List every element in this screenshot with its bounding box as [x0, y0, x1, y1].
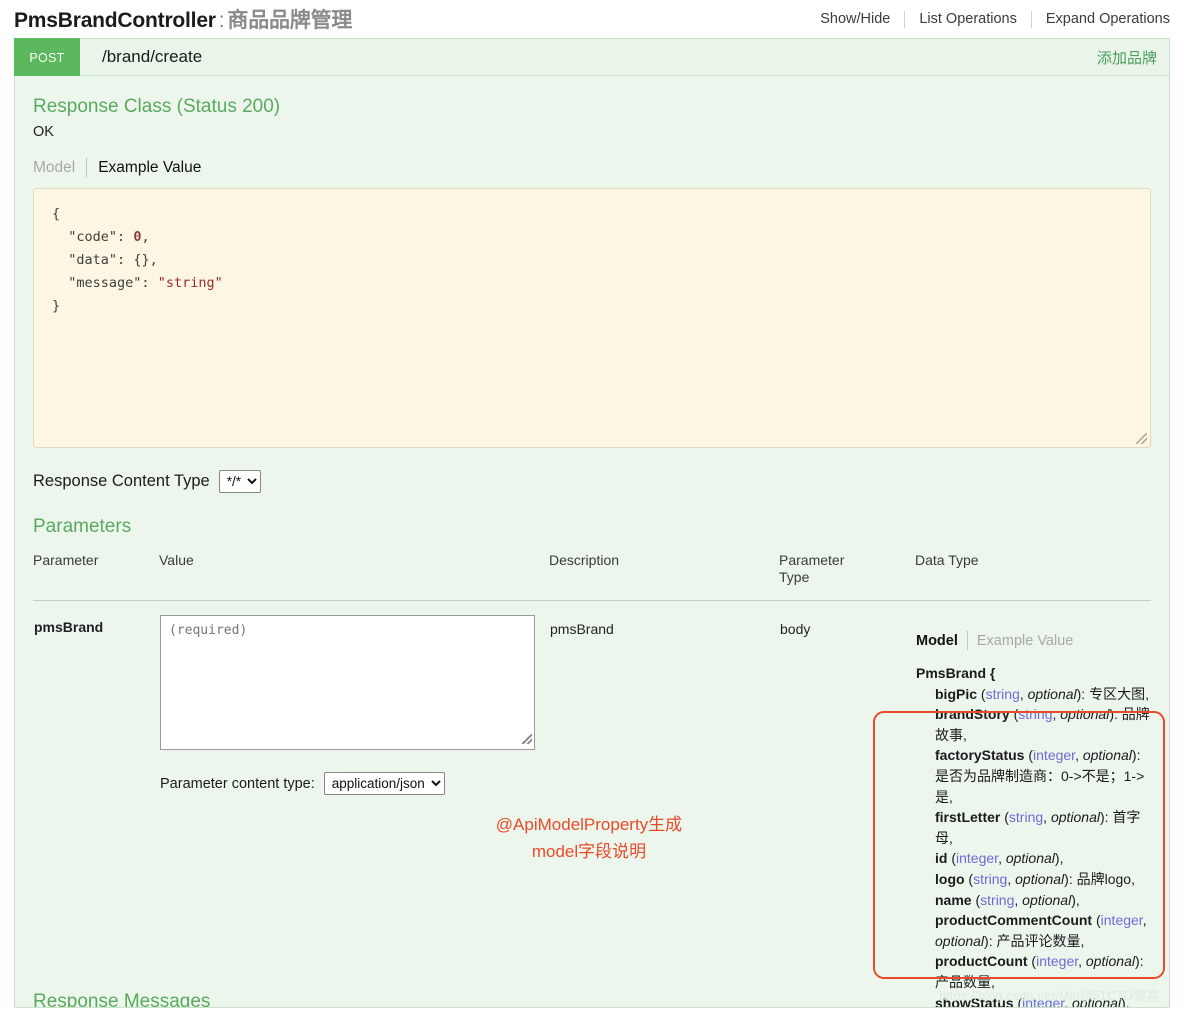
response-class-title: Response Class (Status 200): [33, 96, 281, 117]
th-data-type: Data Type: [915, 552, 1151, 601]
th-parameter-type: Parameter Type: [779, 552, 915, 601]
model-field: id (integer, optional),: [935, 850, 1064, 867]
controller-chinese-name: 商品品牌管理: [227, 9, 353, 32]
show-hide-link[interactable]: Show/Hide: [806, 11, 904, 27]
operation-summary: 添加品牌: [1096, 49, 1157, 67]
resize-handle-icon[interactable]: [1136, 433, 1147, 444]
model-field: factoryStatus (integer, optional): 是否为品牌…: [935, 747, 1145, 805]
code-key-code: "code": [68, 229, 118, 245]
model-field: firstLetter (string, optional): 首字母,: [935, 809, 1141, 846]
model-open-brace: PmsBrand {: [916, 665, 996, 681]
param-description-cell: pmsBrand: [550, 621, 614, 637]
model-field: productCommentCount (integer, optional):…: [935, 912, 1147, 949]
param-content-type-row: Parameter content type: application/json: [160, 772, 548, 795]
model-field: logo (string, optional): 品牌logo,: [935, 870, 1135, 887]
code-val-data: {}: [133, 252, 150, 268]
th-value: Value: [159, 552, 549, 601]
controller-header: PmsBrandController: 商品品牌管理 Show/Hide List…: [0, 0, 1184, 38]
model-field: name (string, optional),: [935, 891, 1080, 908]
param-content-type-label: Parameter content type:: [160, 775, 315, 792]
data-type-tab-example-value[interactable]: Example Value: [968, 633, 1084, 649]
watermark: https://blog.csdn.net/Min@51CTO博客: [939, 989, 1159, 1003]
code-val-code: 0: [133, 229, 142, 245]
table-row: pmsBrand Parameter content type: applica…: [33, 601, 1151, 1008]
operation-content-panel: Response Class (Status 200) OK Model Exa…: [14, 76, 1170, 1008]
parameters-table: Parameter Value Description Parameter Typ…: [33, 552, 1151, 1008]
param-content-type-select[interactable]: application/json: [323, 772, 445, 795]
param-value-input[interactable]: [160, 615, 535, 750]
code-key-message: "message": [68, 275, 142, 291]
annotation-line-2: model字段说明: [531, 842, 647, 861]
annotation-label: @ApiModelProperty生成 model字段说明: [439, 811, 739, 865]
textarea-wrapper: [160, 615, 535, 750]
th-parameter: Parameter: [33, 552, 159, 601]
swagger-ui-page: PmsBrandController: 商品品牌管理 Show/Hide List…: [0, 0, 1184, 1011]
controller-operations: Show/Hide List Operations Expand Operati…: [806, 10, 1170, 28]
data-type-tabs: Model Example Value: [916, 631, 1150, 650]
th-ptype-line1: Parameter: [779, 552, 845, 568]
response-content-type-select[interactable]: */*: [218, 470, 261, 493]
response-status-text: OK: [33, 124, 54, 140]
example-value-code-block[interactable]: { "code": 0, "data": {}, "message": "str…: [33, 188, 1151, 448]
controller-name: PmsBrandController: [14, 9, 216, 32]
parameters-table-head: Parameter Value Description Parameter Typ…: [33, 552, 1151, 601]
param-data-type-cell: Model Example Value PmsBrand { bigPic (s…: [915, 601, 1151, 1007]
param-type-cell: body: [780, 621, 811, 637]
response-content-type-row: Response Content Type */*: [33, 470, 1151, 493]
model-schema: PmsBrand { bigPic (string, optional): 专区…: [916, 663, 1150, 1007]
model-field: bigPic (string, optional): 专区大图,: [935, 685, 1149, 702]
annotation-line-1: @ApiModelProperty生成: [495, 815, 683, 834]
http-method-badge: POST: [14, 38, 80, 78]
operation-path[interactable]: /brand/create: [80, 39, 202, 75]
response-content-type-label: Response Content Type: [33, 472, 210, 490]
model-fields-list: bigPic (string, optional): 专区大图, brandSt…: [916, 684, 1150, 1007]
tab-example-value[interactable]: Example Value: [87, 159, 201, 177]
code-val-message: "string": [157, 275, 223, 291]
parameters-table-body: pmsBrand Parameter content type: applica…: [33, 601, 1151, 1008]
model-field: brandStory (string, optional): 品牌故事,: [935, 706, 1150, 743]
parameters-title: Parameters: [33, 516, 132, 537]
param-name-cell: pmsBrand: [34, 619, 104, 635]
code-line-close: }: [52, 298, 61, 314]
response-class-tabs: Model Example Value: [33, 158, 1151, 177]
code-line-open: {: [52, 206, 61, 222]
table-header-row: Parameter Value Description Parameter Typ…: [33, 552, 1151, 601]
page-title: PmsBrandController: 商品品牌管理: [14, 4, 352, 34]
operation-bar[interactable]: POST /brand/create 添加品牌: [14, 38, 1170, 78]
response-messages-title: Response Messages: [33, 991, 211, 1008]
code-key-data: "data": [68, 252, 118, 268]
th-ptype-line2: Type: [779, 569, 810, 585]
param-value-cell: Parameter content type: application/json: [159, 601, 549, 1008]
tab-model[interactable]: Model: [33, 159, 86, 177]
title-separator: :: [218, 9, 225, 32]
data-type-tab-model[interactable]: Model: [916, 633, 967, 649]
list-operations-link[interactable]: List Operations: [905, 11, 1031, 27]
th-description: Description: [549, 552, 779, 601]
expand-operations-link[interactable]: Expand Operations: [1032, 11, 1170, 27]
